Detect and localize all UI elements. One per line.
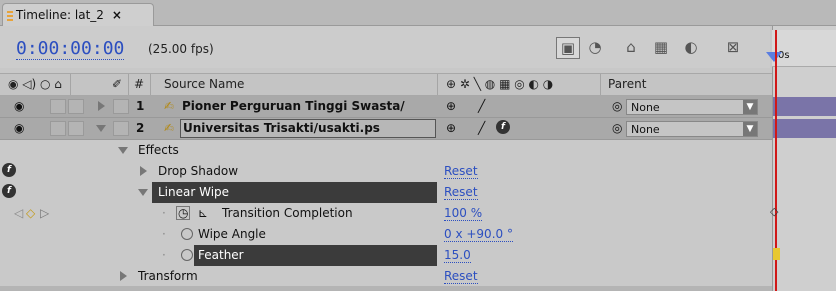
layer-row[interactable]: ◉ 2 ✍ Universitas Trisakti/usakti.ps ⊕ ╱… [0,118,772,140]
stopwatch-icon[interactable] [181,228,193,240]
graph-icon[interactable]: ⊾ [198,206,208,220]
layer-name-box[interactable]: Universitas Trisakti/usakti.ps [180,119,436,138]
shy-switch-icon[interactable]: ⊕ [446,99,456,113]
close-icon[interactable]: × [112,8,122,22]
grip-icon[interactable] [7,9,13,21]
number-column-header[interactable]: # [134,77,144,91]
collapse-icon[interactable] [138,189,148,196]
add-keyframe-icon[interactable]: ◇ [26,206,35,220]
quality-switch-icon[interactable]: ╱ [478,121,485,135]
frame-rate-label: (25.00 fps) [148,42,214,56]
layer-row[interactable]: ◉ 1 ✍ Pioner Perguruan Tinggi Swasta/ ⊕ … [0,96,772,118]
prev-keyframe-icon[interactable]: ◁ [14,206,23,220]
property-row-transition-completion[interactable]: ◁ ◇ ▷ · ◷ ⊾ Transition Completion 100 % [0,203,772,224]
reset-link[interactable]: Reset [444,269,478,284]
label-column-icon[interactable]: ✐ [112,77,122,91]
eye-icon[interactable]: ◉ [14,99,24,113]
effects-group-row[interactable]: Effects [0,140,772,161]
property-name: Feather [198,248,244,262]
chevron-down-icon[interactable]: ▼ [743,122,757,136]
parent-select[interactable]: None ▼ [626,121,758,137]
next-keyframe-icon[interactable]: ▷ [40,206,49,220]
parent-column-header[interactable]: Parent [608,77,646,91]
stopwatch-icon[interactable]: ◷ [176,206,191,220]
av-features-icons[interactable]: ◉ ◁) ○ ⌂ [8,77,62,91]
reset-link[interactable]: Reset [444,185,478,200]
photoshop-file-icon: ✍ [164,121,175,135]
expand-icon[interactable] [120,271,127,281]
current-time-indicator-head[interactable] [766,52,782,62]
current-time-display[interactable]: 0:00:00:00 [16,39,125,60]
switches-column-icons[interactable]: ⊕ ✲ ╲ ◍ ▦ ◎ ◐ ◑ [446,77,553,91]
layer-duration-bar[interactable] [773,119,836,138]
parent-select-value: None [631,122,660,136]
transform-group-row[interactable]: Transform Reset [0,266,772,287]
shy-switch-icon[interactable]: ⊕ [446,121,456,135]
property-value[interactable]: 100 % [444,206,483,221]
bottom-edge [0,286,836,291]
lock-toggle[interactable] [50,99,66,114]
timeline-tab[interactable]: Timeline: lat_2 × [2,3,154,26]
reset-link[interactable]: Reset [444,164,478,179]
effects-label: Effects [138,143,179,157]
source-name-column-header[interactable]: Source Name [164,77,244,91]
hide-shy-layers-icon[interactable]: ▦ [650,37,672,57]
keyframe-icon[interactable]: ◇ [770,205,778,218]
graph-editor-icon[interactable]: ⊠ [722,37,744,57]
draft-3d-icon[interactable]: ⌂ [620,37,642,57]
transform-label: Transform [138,269,198,283]
solo-toggle[interactable] [68,121,84,136]
tab-title: Timeline: lat_2 [16,8,104,22]
effect-row-drop-shadow[interactable]: f Drop Shadow Reset [0,161,772,182]
selection-highlight: Linear Wipe [152,182,437,203]
label-color-swatch[interactable] [113,121,129,136]
effect-toggle-icon[interactable]: f [2,184,16,198]
dot-icon: · [162,248,166,262]
parent-select[interactable]: None ▼ [626,99,758,115]
dot-icon: · [162,227,166,241]
pickwhip-icon[interactable]: ◎ [612,121,622,135]
property-value[interactable]: 0 x +90.0 ° [444,227,513,242]
property-name: Wipe Angle [198,227,266,241]
layer-name[interactable]: Pioner Perguruan Tinggi Swasta/ [182,99,405,113]
label-color-swatch[interactable] [113,99,129,114]
photoshop-file-icon: ✍ [164,99,175,113]
lock-toggle[interactable] [50,121,66,136]
property-name: Transition Completion [222,206,353,220]
layer-number: 1 [136,99,145,113]
effect-switch-icon[interactable]: f [496,120,510,134]
dot-icon: · [162,206,166,220]
stopwatch-icon[interactable] [181,249,193,261]
quality-switch-icon[interactable]: ╱ [478,99,485,113]
effect-row-linear-wipe[interactable]: f Linear Wipe Reset [0,182,772,203]
chevron-down-icon[interactable]: ▼ [743,100,757,114]
pickwhip-icon[interactable]: ◎ [612,99,622,113]
property-row-wipe-angle[interactable]: · Wipe Angle 0 x +90.0 ° [0,224,772,245]
layer-number: 2 [136,121,145,135]
effect-name[interactable]: Linear Wipe [158,185,229,199]
property-value[interactable]: 15.0 [444,248,471,263]
effect-toggle-icon[interactable]: f [2,163,16,177]
expand-icon[interactable] [98,101,105,111]
layer-name[interactable]: Universitas Trisakti/usakti.ps [183,121,380,135]
solo-toggle[interactable] [68,99,84,114]
parent-select-value: None [631,100,660,114]
effect-name[interactable]: Drop Shadow [158,164,238,178]
layer-duration-bar[interactable] [773,97,836,116]
keyframe-marker[interactable] [773,248,780,260]
expand-icon[interactable] [140,166,147,176]
collapse-icon[interactable] [96,125,106,132]
live-update-icon[interactable]: ◔ [584,37,606,57]
collapse-icon[interactable] [118,147,128,154]
column-header-row: ◉ ◁) ○ ⌂ ✐ # Source Name ⊕ ✲ ╲ ◍ ▦ ◎ ◐ ◑… [0,73,772,96]
selection-highlight: Feather [194,245,437,266]
comp-mini-flowchart-icon[interactable]: ▣ [556,37,580,59]
eye-icon[interactable]: ◉ [14,121,24,135]
property-row-feather[interactable]: · Feather 15.0 [0,245,772,266]
motion-blur-icon[interactable]: ◐ [680,37,702,57]
